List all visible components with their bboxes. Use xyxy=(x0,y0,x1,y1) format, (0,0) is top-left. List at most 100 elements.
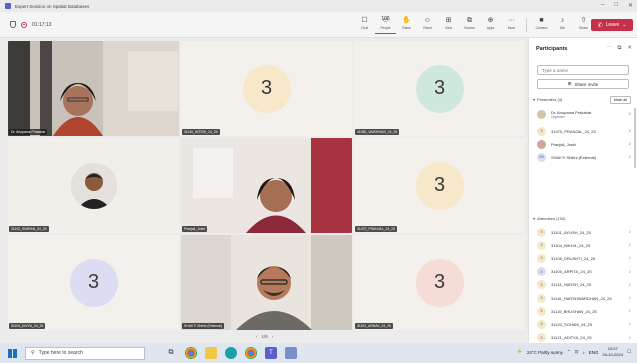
participant-tile[interactable]: 3 31102_ARNAV_24_25 xyxy=(354,235,525,330)
participant-avatar: 3 xyxy=(537,319,546,329)
participant-name: 31105_ARPITA_24_25 xyxy=(551,269,592,275)
participant-avatar: 3 xyxy=(537,333,546,343)
presenters-section-header[interactable]: ▾ Presenters (4) xyxy=(533,97,562,102)
minimize-icon[interactable]: – xyxy=(601,2,604,9)
mute-all-button[interactable]: Mute all xyxy=(609,96,631,104)
edge-icon[interactable] xyxy=(225,347,237,359)
task-view-icon[interactable]: ⧉ xyxy=(165,347,177,359)
participant-name-label: 31102_SIMRAN_24_25 xyxy=(9,226,49,232)
clock-date: 04-10-2024 xyxy=(602,352,623,357)
presenter-row[interactable]: Pranjali_Joshi ♪ xyxy=(537,138,633,150)
search-icon: ⚲ xyxy=(31,350,35,356)
attendee-row[interactable]: 3 31121_ADITYA_24_25 ♪ xyxy=(537,332,633,344)
mic-muted-icon: ♪ xyxy=(628,334,632,341)
presenter-row[interactable]: SS SHAKTI Shikhi (External) ♪ xyxy=(537,151,633,163)
participant-search-input[interactable]: Type a name xyxy=(537,65,629,75)
participant-entry: 31470_PRANJAL_24_25 xyxy=(551,129,629,134)
chevron-down-icon: ▾ xyxy=(533,97,536,102)
clock[interactable]: 10:07 04-10-2024 xyxy=(602,346,622,358)
attendee-row[interactable]: 3 31120_SOHAM_24_25 ♪ xyxy=(537,318,633,330)
popout-icon[interactable]: ⧉ xyxy=(617,45,621,52)
app-icon[interactable] xyxy=(285,347,297,359)
panel-scrollbar[interactable] xyxy=(634,108,636,168)
attendee-row[interactable]: 3 31116_HARSHWARDHAN_24_25 ♪ xyxy=(537,292,633,304)
volume-icon[interactable]: ♪ xyxy=(582,350,584,355)
mic-icon: ♪ xyxy=(628,128,632,134)
participant-tile[interactable]: 31102_SIMRAN_24_25 xyxy=(8,138,179,233)
maximize-icon[interactable]: □ xyxy=(614,2,618,9)
chrome-icon[interactable] xyxy=(185,347,197,359)
participant-tile[interactable]: SHAKTI Shikhi (External) xyxy=(181,235,352,330)
participant-avatar: 3 xyxy=(537,293,546,303)
toolbar-label: Mic xyxy=(559,26,566,30)
teams-logo-icon xyxy=(5,3,11,9)
toolbar-people-button[interactable]: ☺ 106 People xyxy=(375,16,396,34)
participant-tile[interactable]: 3 31470_PRANJAL_24_25 xyxy=(354,138,525,233)
toolbar-view-button[interactable]: ⊞ View xyxy=(438,16,459,34)
toolbar-chat-button[interactable]: ☐ Chat xyxy=(354,16,375,34)
participant-avatar xyxy=(537,139,546,149)
toolbar-react-button[interactable]: ☺ React xyxy=(417,16,438,34)
language-indicator[interactable]: ENG xyxy=(589,350,599,355)
meeting-info: 01:17:13 xyxy=(10,21,51,28)
participant-role: Organizer xyxy=(551,114,565,119)
more-options-icon[interactable]: ⋯ xyxy=(606,45,612,52)
leave-label: Leave xyxy=(605,22,620,28)
system-tray: ☀ 24°C Partly sunny ⌃ ⊡ ♪ ENG 10:07 04-1… xyxy=(517,346,631,358)
toolbar-raise-button[interactable]: ✋ Raise xyxy=(396,16,417,34)
participant-entry: SHAKTI Shikhi (External) xyxy=(551,155,629,160)
teams-icon[interactable]: T xyxy=(265,347,277,359)
mic-muted-icon: ♪ xyxy=(628,295,632,301)
participant-tile[interactable]: 3 31104_DIVYA_24_25 xyxy=(8,235,179,330)
weather-text[interactable]: 24°C Partly sunny xyxy=(527,350,563,355)
toolbar-more-button[interactable]: ··· More xyxy=(501,16,522,34)
network-icon[interactable]: ⊡ xyxy=(575,349,579,355)
mic-icon: ♪ xyxy=(560,17,565,24)
attendee-row[interactable]: 3 31101_AYUSH_24_25 ♪ xyxy=(537,226,633,238)
chrome-icon[interactable] xyxy=(245,347,257,359)
presenters-label: Presenters (4) xyxy=(537,97,563,102)
attendee-row[interactable]: 3 31104_NIKHIL_24_25 ♪ xyxy=(537,239,633,251)
participant-name: 31470_PRANJAL_24_25 xyxy=(551,128,596,134)
presenter-row[interactable]: 3 31470_PRANJAL_24_25 ♪ xyxy=(537,125,633,137)
toolbar-apps-button[interactable]: ⊕ Apps xyxy=(480,16,501,34)
close-icon[interactable]: ✕ xyxy=(627,45,632,52)
toolbar-camera-button[interactable]: ■ Camera xyxy=(531,16,552,34)
phone-hangup-icon: ✆ xyxy=(597,22,603,29)
mic-muted-icon: ♪ xyxy=(628,308,632,315)
toolbar-mic-button[interactable]: ♪ Mic xyxy=(552,16,573,34)
participant-avatar: 3 xyxy=(537,280,546,290)
mic-icon: ♪ xyxy=(628,141,632,147)
close-icon[interactable]: ✕ xyxy=(628,2,633,9)
window-title: Expert Session on Spatial Databases xyxy=(15,3,90,9)
toolbar-label: More xyxy=(507,26,516,30)
attendee-row[interactable]: 3 31119_BHUSHAN_24_25 ♪ xyxy=(537,305,633,317)
participant-tile[interactable]: Pranjali_Joshi xyxy=(181,138,352,233)
toolbar-rooms-button[interactable]: ⧉ Rooms xyxy=(459,16,480,34)
presenter-row[interactable]: Dr. Anupama Prakahar Organizer ♪ xyxy=(537,108,633,120)
attendee-row[interactable]: 3 31106_DRUSHTI_24_25 ♪ xyxy=(537,252,633,264)
participant-tile[interactable]: 3 31140_NITISH_24_25 xyxy=(181,41,352,136)
file-explorer-icon[interactable] xyxy=(205,347,217,359)
notifications-icon[interactable]: ☐ xyxy=(627,349,631,355)
taskbar-search-input[interactable]: ⚲ Type here to search xyxy=(25,346,145,360)
windows-start-icon[interactable] xyxy=(8,348,17,358)
leave-button[interactable]: ✆ Leave ⌄ xyxy=(591,19,633,31)
mic-muted-icon: ♪ xyxy=(628,268,632,275)
weather-icon: ☀ xyxy=(516,349,523,356)
shield-icon[interactable] xyxy=(10,21,16,28)
attendee-row[interactable]: 3 31105_ARPITA_24_25 ♪ xyxy=(537,266,633,278)
participant-name-label: SHAKTI Shikhi (External) xyxy=(182,323,225,329)
attendees-section-header[interactable]: ▾ Attendees (102) xyxy=(533,216,565,221)
chevron-up-icon[interactable]: ⌃ xyxy=(567,349,571,355)
more-icon: ··· xyxy=(508,17,515,24)
attendee-row[interactable]: 3 31113_HARSH_24_25 ♪ xyxy=(537,279,633,291)
mic-muted-icon: ♪ xyxy=(628,229,632,235)
participant-tile[interactable]: Dr. Anupama Prakahar xyxy=(8,41,179,136)
share-invite-button[interactable]: ⊞ Share invite xyxy=(537,79,629,89)
toolbar-label: Share xyxy=(579,26,588,30)
prev-page-button[interactable]: ‹ xyxy=(256,334,258,339)
participant-name: 31101_AYUSH_24_25 xyxy=(551,229,591,235)
participant-tile[interactable]: 3 31080_VAISHNAVI_24_25 xyxy=(354,41,525,136)
next-page-button[interactable]: › xyxy=(272,334,274,339)
